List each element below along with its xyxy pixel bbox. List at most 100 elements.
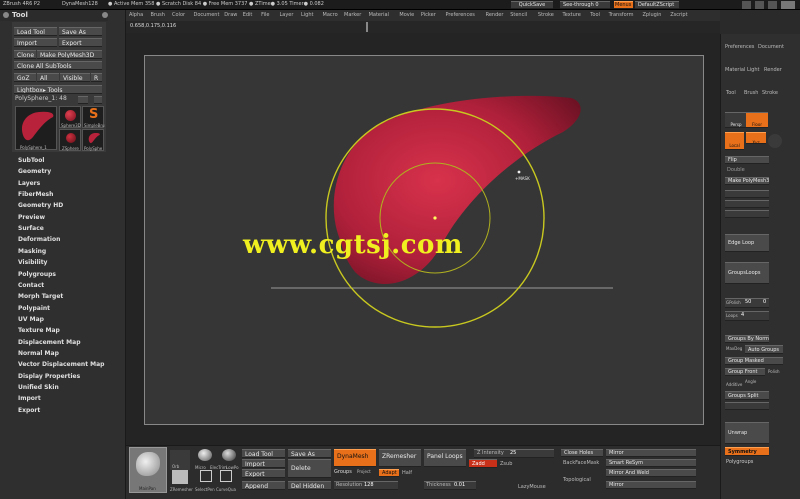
menu-render-right[interactable]: Render bbox=[764, 67, 782, 74]
tool-thumb-sphere3d[interactable]: Sphere3D bbox=[59, 106, 81, 128]
lazymouse-toggle[interactable]: LazyMouse bbox=[518, 484, 546, 491]
smart-resym-button[interactable]: Smart ReSym bbox=[606, 459, 696, 467]
topological-toggle[interactable]: Topological bbox=[563, 477, 591, 484]
export-button[interactable]: Export bbox=[59, 38, 102, 47]
menu-picker[interactable]: Picker bbox=[421, 12, 436, 18]
menu-document[interactable]: Document bbox=[194, 12, 220, 18]
bottom-export-button[interactable]: Export bbox=[242, 469, 285, 478]
close-icon[interactable] bbox=[781, 1, 795, 9]
bottom-del-hidden-button[interactable]: Del Hidden bbox=[288, 481, 331, 490]
menus-button[interactable]: Menus bbox=[614, 1, 633, 9]
r-button[interactable]: R bbox=[91, 73, 102, 82]
symmetry-button[interactable]: Symmetry bbox=[725, 447, 769, 456]
floor-button[interactable]: Floor bbox=[746, 112, 768, 128]
zremesher-cube-icon[interactable] bbox=[172, 470, 188, 484]
empty-slot-4[interactable] bbox=[725, 402, 769, 410]
bottom-load-tool-button[interactable]: Load Tool bbox=[242, 449, 285, 458]
goz-button[interactable]: GoZ bbox=[14, 73, 36, 82]
clone-all-subtools-button[interactable]: Clone All SubTools bbox=[14, 61, 102, 70]
subpalette-contact[interactable]: Contact bbox=[18, 282, 44, 290]
panel-loops-button[interactable]: Panel Loops bbox=[424, 449, 466, 467]
lightbox-tools-button[interactable]: Lightbox▸ Tools bbox=[14, 85, 102, 94]
menu-preferences-right[interactable]: Preferences bbox=[725, 44, 754, 51]
tool-r-toggle[interactable] bbox=[94, 96, 102, 104]
local-button[interactable]: Local bbox=[725, 132, 744, 150]
half-toggle[interactable]: Half bbox=[402, 470, 412, 477]
bottom-import-button[interactable]: Import bbox=[242, 459, 285, 468]
tool-count-slider[interactable] bbox=[78, 96, 88, 104]
close-holes-button[interactable]: Close Holes bbox=[561, 449, 603, 457]
backface-mask-toggle[interactable]: BackFaceMask bbox=[563, 460, 599, 467]
empty-slot-1[interactable] bbox=[725, 190, 769, 198]
subpalette-export[interactable]: Export bbox=[18, 407, 40, 415]
document-viewport[interactable]: +MASK www.cgtsj.com bbox=[144, 55, 704, 425]
rotate-frame-icon[interactable] bbox=[768, 134, 782, 148]
menu-stencil[interactable]: Stencil bbox=[510, 12, 527, 18]
subpalette-polygroups[interactable]: Polygroups bbox=[18, 271, 56, 279]
subpalette-geometry[interactable]: Geometry bbox=[18, 168, 51, 176]
menu-zscript[interactable]: Zscript bbox=[670, 12, 687, 18]
groups-split-button[interactable]: Groups Split bbox=[725, 391, 769, 400]
subpalette-masking[interactable]: Masking bbox=[18, 248, 46, 256]
subpalette-vector-displacement-map[interactable]: Vector Displacement Map bbox=[18, 361, 104, 369]
group-front-button[interactable]: Group Front bbox=[725, 368, 765, 376]
subpalette-uv-map[interactable]: UV Map bbox=[18, 316, 44, 324]
subpalette-normal-map[interactable]: Normal Map bbox=[18, 350, 59, 358]
menu-material[interactable]: Material bbox=[369, 12, 389, 18]
menu-tool-right[interactable]: Tool bbox=[726, 90, 736, 97]
bottom-delete-button[interactable]: Delete bbox=[288, 459, 331, 478]
flip-button[interactable]: Flip bbox=[725, 156, 769, 164]
menu-transform[interactable]: Transform bbox=[609, 12, 634, 18]
make-polymesh-right-button[interactable]: Make PolyMesh3D bbox=[725, 177, 769, 185]
groups-by-normals-button[interactable]: Groups By Normals bbox=[725, 335, 769, 343]
zadd-button[interactable]: Zadd bbox=[469, 459, 497, 468]
subpalette-displacement-map[interactable]: Displacement Map bbox=[18, 339, 81, 347]
default-zscript-button[interactable]: DefaultZScript bbox=[635, 1, 679, 9]
subpalette-texture-map[interactable]: Texture Map bbox=[18, 327, 60, 335]
subpalette-layers[interactable]: Layers bbox=[18, 180, 40, 188]
groups-loops-button[interactable]: GroupsLoops bbox=[725, 262, 769, 284]
splitter-handle[interactable] bbox=[366, 22, 368, 32]
group-masked-button[interactable]: Group Masked bbox=[725, 357, 783, 365]
subpalette-preview[interactable]: Preview bbox=[18, 214, 45, 222]
menu-marker[interactable]: Marker bbox=[344, 12, 361, 18]
unwrap-button[interactable]: Unwrap bbox=[725, 422, 769, 444]
import-button[interactable]: Import bbox=[14, 38, 57, 47]
xyz-button[interactable]: Xyz bbox=[746, 132, 766, 144]
mirror-2-button[interactable]: Mirror bbox=[606, 481, 696, 489]
see-through-slider[interactable]: See-through 0 bbox=[560, 1, 610, 9]
maximize-icon[interactable] bbox=[768, 1, 777, 9]
menu-alpha[interactable]: Alpha bbox=[129, 12, 143, 18]
menu-document-right[interactable]: Document bbox=[758, 44, 784, 51]
save-as-button[interactable]: Save As bbox=[59, 27, 102, 36]
window-icon[interactable] bbox=[742, 1, 751, 9]
menu-material-right[interactable]: Material bbox=[725, 67, 745, 74]
make-polymesh-button[interactable]: Make PolyMesh3D bbox=[37, 50, 102, 59]
mirror-and-weld-button[interactable]: Mirror And Weld bbox=[606, 469, 696, 477]
palette-close-icon[interactable] bbox=[102, 12, 108, 18]
menu-brush[interactable]: Brush bbox=[151, 12, 165, 18]
curvequad-icon[interactable] bbox=[220, 470, 232, 482]
micro-brush-icon[interactable] bbox=[198, 449, 212, 461]
persp-button[interactable]: Persp bbox=[725, 112, 747, 128]
menu-draw[interactable]: Draw bbox=[224, 12, 237, 18]
subpalette-visibility[interactable]: Visibility bbox=[18, 259, 47, 267]
subpalette-morph-target[interactable]: Morph Target bbox=[18, 293, 63, 301]
menu-texture[interactable]: Texture bbox=[563, 12, 581, 18]
menu-stroke[interactable]: Stroke bbox=[538, 12, 554, 18]
empty-slot-2[interactable] bbox=[725, 200, 769, 208]
subpalette-import[interactable]: Import bbox=[18, 395, 41, 403]
menu-edit[interactable]: Edit bbox=[243, 12, 253, 18]
zremesher-button[interactable]: ZRemesher bbox=[379, 449, 421, 467]
menu-file[interactable]: File bbox=[261, 12, 269, 18]
menu-brush-right[interactable]: Brush bbox=[744, 90, 758, 97]
selectpen-icon[interactable] bbox=[200, 470, 212, 482]
quicksave-button[interactable]: QuickSave bbox=[511, 1, 553, 9]
adapt-button[interactable]: Adapt bbox=[379, 469, 399, 477]
dynamesh-button[interactable]: DynaMesh bbox=[334, 449, 376, 467]
visible-button[interactable]: Visible bbox=[60, 73, 90, 82]
menu-layer[interactable]: Layer bbox=[280, 12, 294, 18]
subpalette-surface[interactable]: Surface bbox=[18, 225, 44, 233]
subpalette-deformation[interactable]: Deformation bbox=[18, 236, 60, 244]
project-toggle[interactable]: Project bbox=[357, 468, 371, 475]
